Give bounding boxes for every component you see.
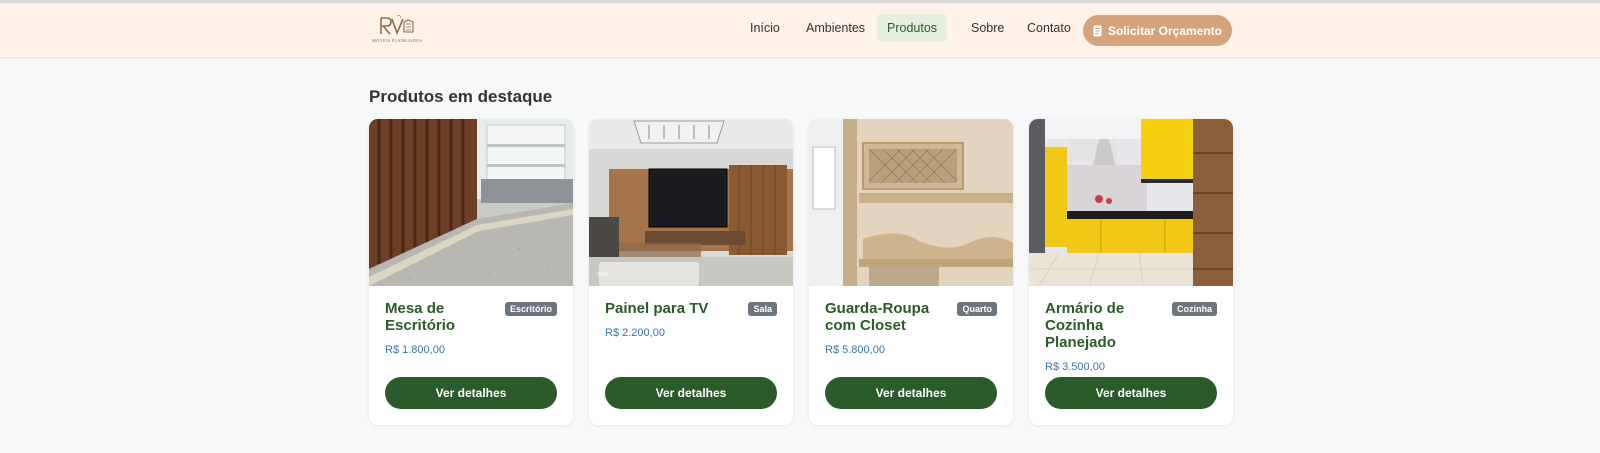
logo-text: MÓVEIS PLANEJADOS (371, 38, 423, 43)
nav-link-sobre[interactable]: Sobre (961, 14, 1014, 42)
view-details-button[interactable]: Ver detalhes (825, 377, 997, 409)
request-quote-label: Solicitar Orçamento (1107, 23, 1223, 38)
category-badge: Quarto (957, 302, 997, 316)
product-card: Armário de Cozinha Planejado Cozinha R$ … (1029, 119, 1233, 425)
product-name: Painel para TV (605, 300, 709, 317)
view-details-button[interactable]: Ver detalhes (605, 377, 777, 409)
svg-text:SDM: SDM (597, 272, 608, 278)
product-card: SDM Painel para TV Sala R$ 2.200,00 Ver … (589, 119, 793, 425)
product-price: R$ 3.500,00 (1045, 361, 1105, 373)
document-icon (1093, 25, 1102, 37)
product-name: Armário de Cozinha Planejado (1045, 300, 1125, 351)
brand-logo-mark (380, 15, 414, 36)
product-image-office-desk[interactable] (369, 119, 573, 286)
product-image-wardrobe[interactable] (809, 119, 1013, 286)
category-badge: Sala (748, 302, 777, 316)
nav-link-produtos[interactable]: Produtos (877, 14, 948, 42)
product-card: Mesa de Escritório Escritório R$ 1.800,0… (369, 119, 573, 425)
product-price: R$ 2.200,00 (605, 327, 665, 339)
view-details-button[interactable]: Ver detalhes (1045, 377, 1217, 409)
section-title: Produtos em destaque (369, 87, 553, 106)
nav-link-contato[interactable]: Contato (1017, 14, 1081, 42)
category-badge: Escritório (504, 302, 557, 316)
brand-logo[interactable]: MÓVEIS PLANEJADOS (369, 15, 425, 45)
nav-link-inicio[interactable]: Início (740, 14, 790, 42)
view-details-button[interactable]: Ver detalhes (385, 377, 557, 409)
request-quote-button[interactable]: Solicitar Orçamento (1083, 15, 1232, 46)
product-price: R$ 5.800,00 (825, 344, 885, 356)
product-card: Guarda-Roupa com Closet Quarto R$ 5.800,… (809, 119, 1013, 425)
product-name: Mesa de Escritório (385, 300, 456, 334)
category-badge: Cozinha (1172, 302, 1217, 316)
nav-link-ambientes[interactable]: Ambientes (796, 14, 875, 42)
product-price: R$ 1.800,00 (385, 344, 445, 356)
product-name: Guarda-Roupa com Closet (825, 300, 930, 334)
product-image-kitchen-cabinet[interactable] (1029, 119, 1233, 286)
navbar: MÓVEIS PLANEJADOS Início Ambientes Produ… (0, 3, 1600, 58)
product-image-tv-panel[interactable]: SDM (589, 119, 793, 286)
